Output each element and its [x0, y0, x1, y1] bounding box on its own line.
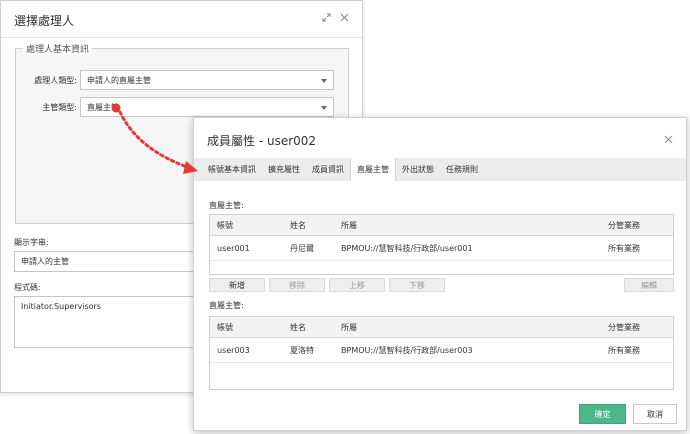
- title-divider: [1, 37, 362, 38]
- tab-direct-supervisor[interactable]: 直屬主管: [350, 158, 396, 181]
- close-icon[interactable]: [664, 135, 673, 144]
- tab-task-rules[interactable]: 任務規則: [440, 158, 484, 181]
- code-value: Initiator.Supervisors: [21, 302, 101, 311]
- handler-type-select[interactable]: 申請人的直屬主管: [80, 70, 334, 90]
- add-button[interactable]: 新增: [209, 278, 265, 292]
- grid-header: 帳號 姓名 所屬 分管業務: [210, 317, 673, 338]
- grid-header: 帳號 姓名 所屬 分管業務: [210, 215, 673, 236]
- close-icon[interactable]: [340, 13, 349, 22]
- tab-member-info[interactable]: 成員資訊: [306, 158, 350, 181]
- column-header[interactable]: 姓名: [277, 220, 338, 231]
- column-header[interactable]: 所屬: [338, 220, 599, 231]
- table-row[interactable]: user003 夏洛特 BPMOU://慧智科技/行政部/user003 所有業…: [210, 338, 673, 363]
- display-string-label: 顯示字串:: [14, 238, 49, 247]
- supervisor-type-select[interactable]: 直屬主管: [80, 97, 334, 117]
- table-row[interactable]: user001 丹尼爾 BPMOU://慧智科技/行政部/user001 所有業…: [210, 236, 673, 261]
- column-header[interactable]: 帳號: [210, 322, 277, 333]
- dept-cell: BPMOU://慧智科技/行政部/user001: [341, 243, 473, 253]
- tab-out-of-office[interactable]: 外出狀態: [396, 158, 440, 181]
- move-up-button[interactable]: 上移: [329, 278, 385, 292]
- column-header[interactable]: 所屬: [338, 322, 599, 333]
- name-cell: 夏洛特: [290, 345, 314, 355]
- supervisor-type-value: 直屬主管: [87, 102, 119, 112]
- tab-bar: 帳號基本資訊 擴充屬性 成員資訊 直屬主管 外出狀態 任務規則: [194, 158, 686, 181]
- cancel-button[interactable]: 取消: [633, 404, 677, 424]
- supervisor-type-row: 主管類型: 直屬主管: [16, 97, 348, 117]
- handler-type-value: 申請人的直屬主管: [87, 75, 151, 85]
- handler-type-label: 處理人類型:: [34, 75, 77, 85]
- column-header[interactable]: 分管業務: [599, 322, 673, 333]
- chevron-down-icon: [321, 79, 327, 83]
- tab-extended-attributes[interactable]: 擴充屬性: [262, 158, 306, 181]
- member-properties-dialog: 成員屬性 - user002 帳號基本資訊 擴充屬性 成員資訊 直屬主管 外出狀…: [193, 117, 687, 431]
- move-down-button[interactable]: 下移: [389, 278, 445, 292]
- grid-toolbar: 新增 移除 上移 下移 編輯: [209, 278, 674, 292]
- duty-cell: 所有業務: [608, 345, 640, 355]
- window-controls: [322, 13, 349, 22]
- supervisor-grid: 帳號 姓名 所屬 分管業務 user003 夏洛特 BPMOU://慧智科技/行…: [209, 316, 674, 390]
- name-cell: 丹尼爾: [290, 243, 314, 253]
- column-header[interactable]: 分管業務: [599, 220, 673, 231]
- confirm-button[interactable]: 確定: [579, 404, 626, 424]
- supervisor-type-label: 主管類型:: [42, 102, 77, 112]
- section-title: 直屬主管:: [209, 201, 244, 210]
- column-header[interactable]: 帳號: [210, 220, 277, 231]
- account-cell: user001: [217, 243, 250, 253]
- supervisor-grid: 帳號 姓名 所屬 分管業務 user001 丹尼爾 BPMOU://慧智科技/行…: [209, 214, 674, 275]
- handler-type-row: 處理人類型: 申請人的直屬主管: [16, 70, 348, 90]
- display-string-value: 申請人的主管: [21, 257, 69, 266]
- duty-cell: 所有業務: [608, 243, 640, 253]
- account-cell: user003: [217, 345, 250, 355]
- code-label: 程式碼:: [14, 283, 41, 292]
- expand-icon[interactable]: [322, 13, 331, 22]
- edit-button[interactable]: 編輯: [624, 278, 674, 292]
- dialog-title: 成員屬性 - user002: [207, 134, 317, 148]
- dialog-title: 選擇處理人: [14, 14, 75, 28]
- section-title: 直屬主管:: [209, 301, 244, 310]
- tab-account-info[interactable]: 帳號基本資訊: [202, 158, 262, 181]
- fieldset-legend: 處理人基本資訊: [23, 42, 93, 55]
- column-header[interactable]: 姓名: [277, 322, 338, 333]
- chevron-down-icon: [321, 106, 327, 110]
- remove-button[interactable]: 移除: [269, 278, 325, 292]
- dept-cell: BPMOU://慧智科技/行政部/user003: [341, 345, 473, 355]
